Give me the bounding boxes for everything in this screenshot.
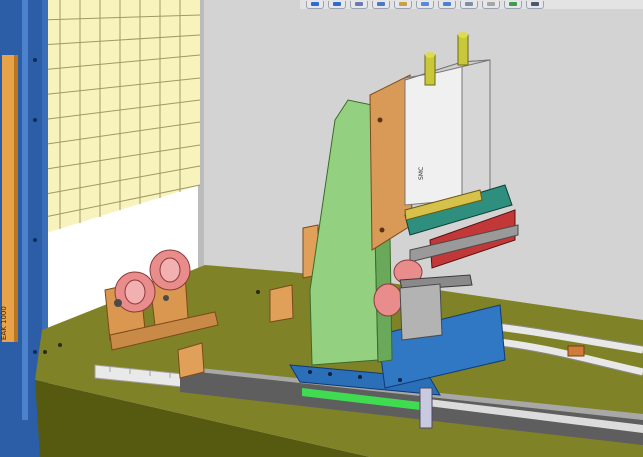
appearance-button[interactable] [482,0,500,9]
hide-show-icon [465,2,473,6]
cable-connector [567,345,585,357]
gray-bracket [399,283,443,341]
center-roller-lower [373,283,403,317]
cad-scene[interactable] [0,0,643,457]
cylinder-rod-1 [424,54,436,86]
section-view-button[interactable] [372,0,390,9]
left-orange-ruler-edge [14,55,18,342]
display-style-button[interactable] [438,0,456,9]
zoom-area-button[interactable] [328,0,346,9]
cylinder-rod-2 [457,34,469,66]
dynamic-annotation-button[interactable] [394,0,412,9]
scene-button[interactable] [504,0,522,9]
zoom-to-fit-icon [311,2,319,6]
view-orientation-button[interactable] [416,0,434,9]
stopper-block [419,387,433,429]
view-settings-icon [531,2,539,6]
previous-view-button[interactable] [350,0,368,9]
cylinder-rod-cap-1 [425,52,435,58]
cylinder-rod-cap-2 [458,32,468,38]
frame-post-inner [42,0,48,360]
left-ruler-label: EAK 1000 [0,306,8,340]
cad-viewport[interactable]: EAK 1000 SMC [0,0,643,457]
display-style-icon [443,2,451,6]
dynamic-annotation-icon [399,2,407,6]
pneumatic-cylinder-side [461,59,491,199]
hide-show-button[interactable] [460,0,478,9]
cylinder-label: SMC [418,166,425,180]
l-bracket-1 [269,284,294,323]
scene-icon [509,2,517,6]
view-toolbar [300,0,643,9]
view-orientation-icon [421,2,429,6]
zoom-area-icon [333,2,341,6]
view-settings-button[interactable] [526,0,544,9]
frame-post-left-highlight [22,0,28,457]
appearance-icon [487,2,495,6]
previous-view-icon [355,2,363,6]
zoom-to-fit-button[interactable] [306,0,324,9]
section-view-icon [377,2,385,6]
